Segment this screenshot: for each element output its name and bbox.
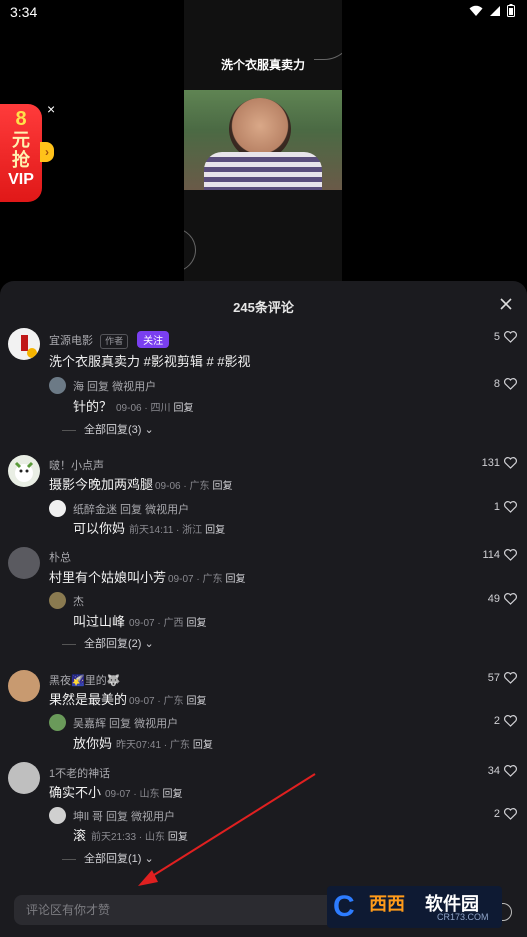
watermark-c-letter: C (333, 890, 355, 923)
watermark-brand-1: 西西 (369, 894, 405, 914)
annotation-arrow (138, 773, 316, 886)
watermark-logo: C 西西 软件园 CR173.COM (327, 886, 502, 928)
watermark-domain: CR173.COM (437, 912, 489, 922)
